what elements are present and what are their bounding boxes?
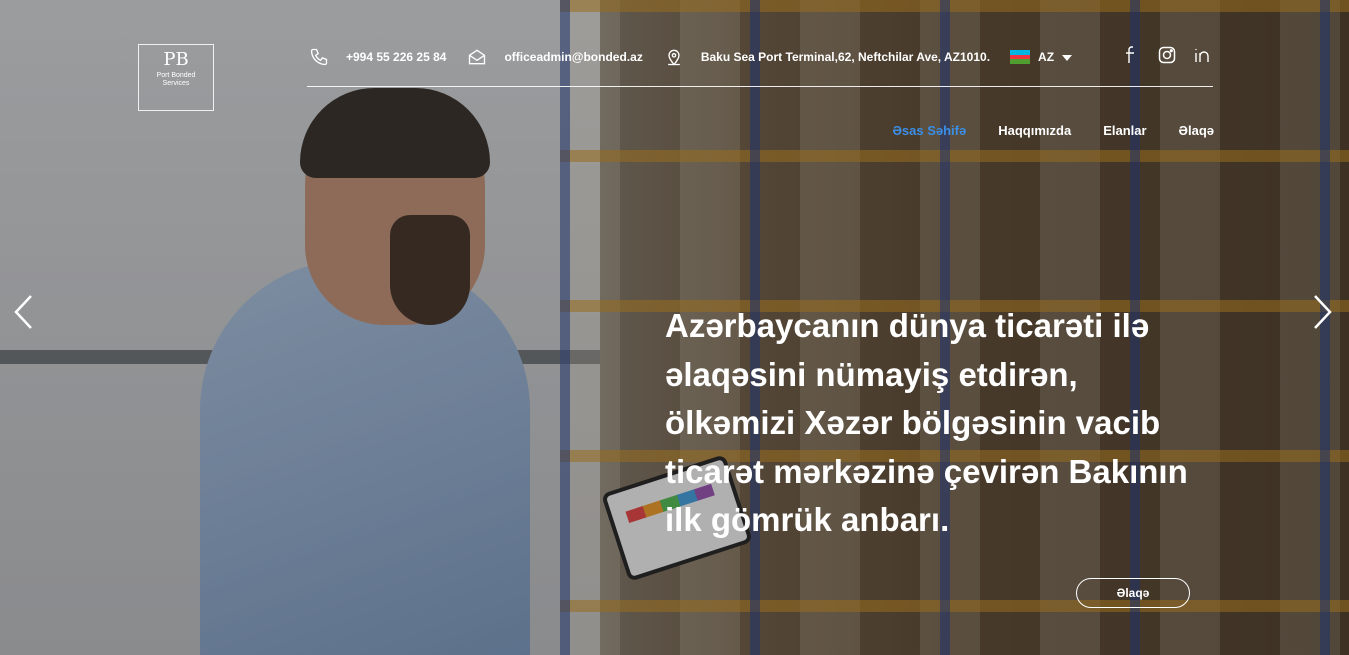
logo-name-line1: Port Bonded bbox=[156, 72, 196, 79]
linkedin-icon[interactable] bbox=[1192, 44, 1214, 66]
chevron-down-icon bbox=[1062, 50, 1073, 64]
headline-line: ilk gömrük anbarı. bbox=[665, 501, 950, 538]
contact-cta-button[interactable]: Əlaqə bbox=[1076, 578, 1190, 608]
headline-line: ticarət mərkəzinə çevirən Bakının bbox=[665, 452, 1188, 490]
address-text: Baku Sea Port Terminal,62, Neftchilar Av… bbox=[700, 50, 991, 64]
nav-item-contact[interactable]: Əlaqə bbox=[1179, 123, 1214, 138]
hero-slider: PB Port Bonded Services +994 55 226 25 8… bbox=[0, 0, 1349, 655]
envelope-icon bbox=[466, 46, 488, 68]
slider-prev-button[interactable] bbox=[10, 292, 36, 332]
hero-headline: Azərbaycanın dünya ticarəti ilə əlaqəsin… bbox=[665, 302, 1225, 545]
email-item[interactable]: officeadmin@bonded.az bbox=[466, 46, 643, 68]
phone-number[interactable]: +994 55 226 25 84 bbox=[346, 50, 446, 64]
azerbaijan-flag-icon bbox=[1010, 50, 1031, 64]
nav-item-about[interactable]: Haqqımızda bbox=[998, 123, 1071, 138]
main-navigation: Əsas Səhifə Haqqımızda Elanlar Əlaqə bbox=[892, 123, 1214, 138]
logo-mark: PB bbox=[163, 49, 189, 70]
phone-item[interactable]: +994 55 226 25 84 bbox=[308, 46, 446, 68]
contact-bar: +994 55 226 25 84 officeadmin@bonded.az … bbox=[308, 42, 1213, 72]
site-logo[interactable]: PB Port Bonded Services bbox=[138, 44, 214, 111]
phone-icon bbox=[308, 46, 330, 68]
facebook-icon[interactable] bbox=[1120, 44, 1142, 66]
chevron-left-icon bbox=[14, 295, 32, 329]
headline-line: əlaqəsini nümayiş etdirən, bbox=[665, 355, 1078, 393]
headline-line: Azərbaycanın dünya ticarəti ilə bbox=[665, 307, 1150, 344]
nav-item-home[interactable]: Əsas Səhifə bbox=[892, 123, 966, 138]
language-selector[interactable]: AZ bbox=[1010, 50, 1073, 64]
header-divider bbox=[307, 86, 1213, 87]
language-code: AZ bbox=[1038, 50, 1055, 64]
nav-item-announcements[interactable]: Elanlar bbox=[1103, 123, 1146, 138]
slider-next-button[interactable] bbox=[1310, 292, 1336, 332]
logo-name-line2: Services bbox=[162, 80, 190, 87]
headline-line: ölkəmizi Xəzər bölgəsinin vacib bbox=[665, 404, 1161, 441]
location-pin-icon bbox=[663, 46, 685, 68]
chevron-right-icon bbox=[1314, 295, 1332, 329]
instagram-icon[interactable] bbox=[1156, 44, 1178, 66]
email-address[interactable]: officeadmin@bonded.az bbox=[504, 50, 642, 64]
address-item: Baku Sea Port Terminal,62, Neftchilar Av… bbox=[663, 46, 990, 68]
social-links bbox=[1120, 44, 1214, 66]
